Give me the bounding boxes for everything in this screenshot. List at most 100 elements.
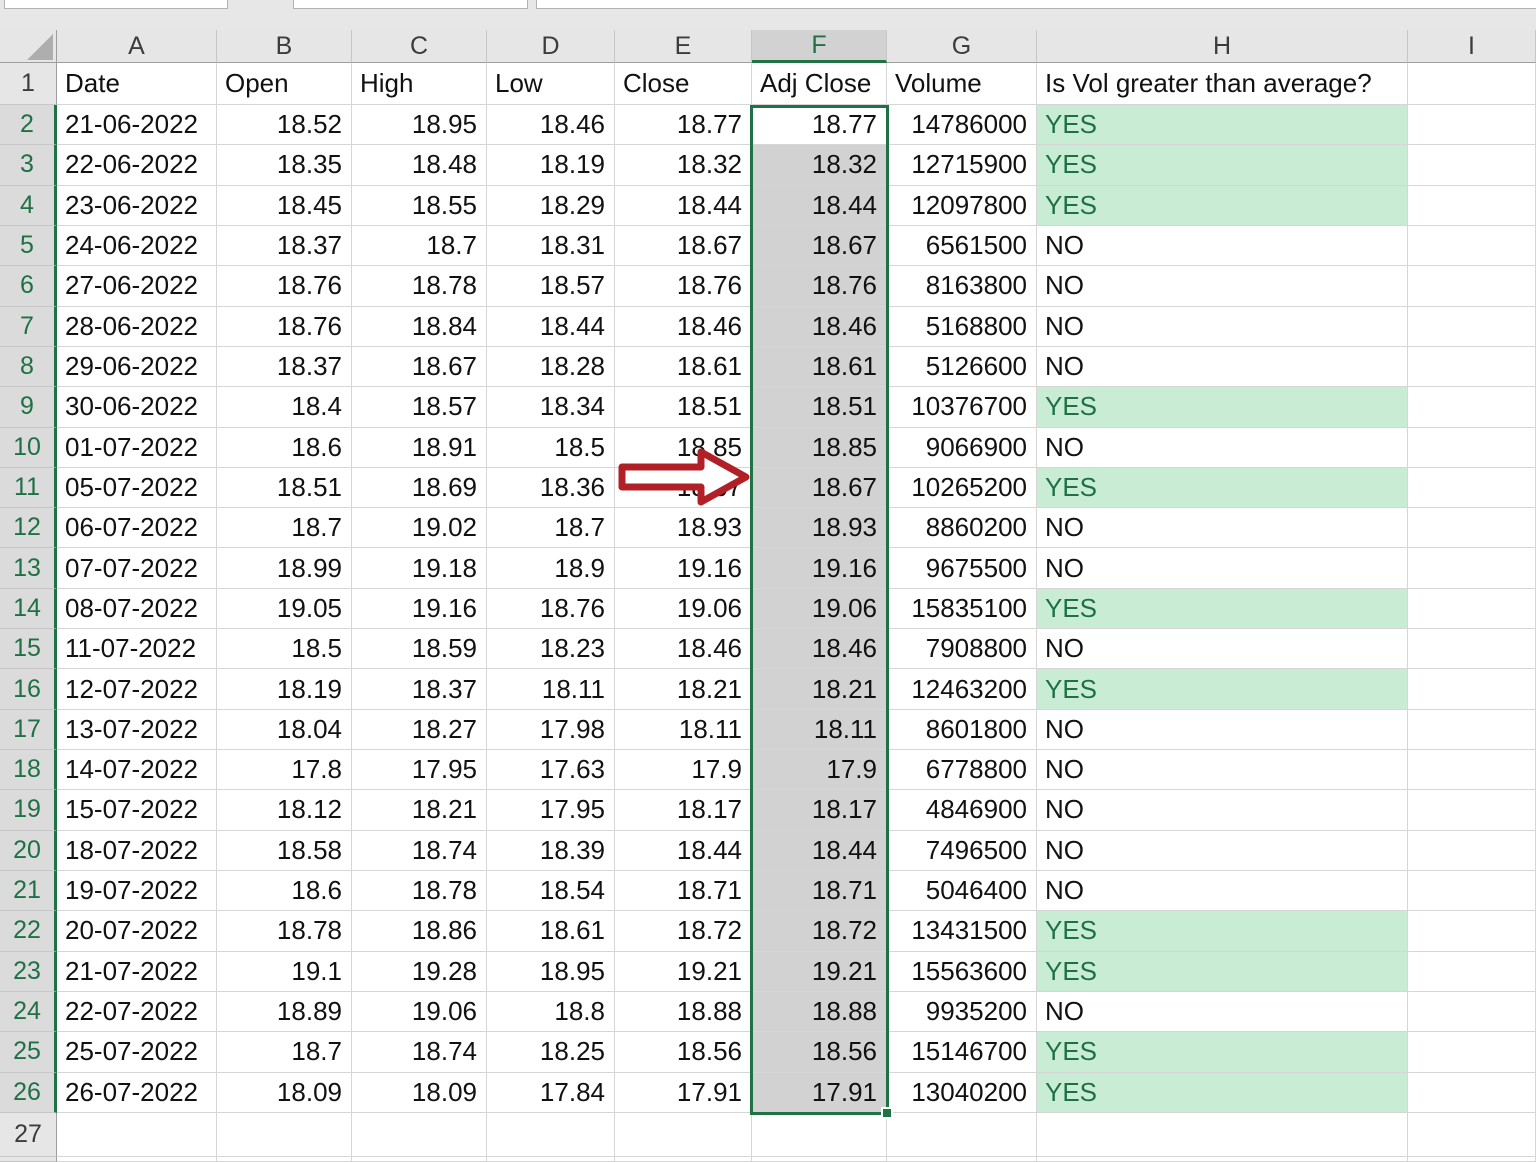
cell-I28[interactable]	[1408, 1157, 1536, 1162]
row-header-11[interactable]: 11	[0, 468, 57, 508]
cell-I19[interactable]	[1408, 790, 1536, 830]
cell-A7[interactable]: 28-06-2022	[57, 307, 217, 347]
cell-E5[interactable]: 18.67	[615, 226, 752, 266]
fx-button-box[interactable]	[293, 0, 528, 9]
row-header-21[interactable]: 21	[0, 871, 57, 911]
cell-F22[interactable]: 18.72	[752, 911, 887, 951]
cell-C6[interactable]: 18.78	[352, 266, 487, 306]
cell-H2[interactable]: YES	[1037, 105, 1408, 145]
cell-F19[interactable]: 18.17	[752, 790, 887, 830]
cell-G10[interactable]: 9066900	[887, 428, 1037, 468]
cell-F12[interactable]: 18.93	[752, 508, 887, 548]
cell-F1[interactable]: Adj Close	[752, 63, 887, 105]
cell-G28[interactable]	[887, 1157, 1037, 1162]
row-header-13[interactable]: 13	[0, 548, 57, 588]
row-header-26[interactable]: 26	[0, 1073, 57, 1113]
cell-D7[interactable]: 18.44	[487, 307, 615, 347]
cell-C28[interactable]	[352, 1157, 487, 1162]
cell-D12[interactable]: 18.7	[487, 508, 615, 548]
cell-B6[interactable]: 18.76	[217, 266, 352, 306]
cell-H13[interactable]: NO	[1037, 548, 1408, 588]
cell-A3[interactable]: 22-06-2022	[57, 145, 217, 185]
cell-E21[interactable]: 18.71	[615, 871, 752, 911]
cell-B3[interactable]: 18.35	[217, 145, 352, 185]
cell-I9[interactable]	[1408, 387, 1536, 427]
cell-C23[interactable]: 19.28	[352, 952, 487, 992]
cell-A12[interactable]: 06-07-2022	[57, 508, 217, 548]
cell-B19[interactable]: 18.12	[217, 790, 352, 830]
cell-I8[interactable]	[1408, 347, 1536, 387]
cell-H6[interactable]: NO	[1037, 266, 1408, 306]
cell-F7[interactable]: 18.46	[752, 307, 887, 347]
cell-B25[interactable]: 18.7	[217, 1032, 352, 1072]
row-header-9[interactable]: 9	[0, 387, 57, 427]
cell-F25[interactable]: 18.56	[752, 1032, 887, 1072]
cell-C2[interactable]: 18.95	[352, 105, 487, 145]
cell-B17[interactable]: 18.04	[217, 710, 352, 750]
cell-G8[interactable]: 5126600	[887, 347, 1037, 387]
cell-E6[interactable]: 18.76	[615, 266, 752, 306]
column-header-I[interactable]: I	[1408, 30, 1536, 63]
cell-A16[interactable]: 12-07-2022	[57, 669, 217, 709]
cell-A9[interactable]: 30-06-2022	[57, 387, 217, 427]
cell-E3[interactable]: 18.32	[615, 145, 752, 185]
cell-F9[interactable]: 18.51	[752, 387, 887, 427]
cell-B23[interactable]: 19.1	[217, 952, 352, 992]
cell-D3[interactable]: 18.19	[487, 145, 615, 185]
cell-A22[interactable]: 20-07-2022	[57, 911, 217, 951]
column-header-C[interactable]: C	[352, 30, 487, 63]
cell-D13[interactable]: 18.9	[487, 548, 615, 588]
cell-I22[interactable]	[1408, 911, 1536, 951]
cell-G6[interactable]: 8163800	[887, 266, 1037, 306]
cell-G22[interactable]: 13431500	[887, 911, 1037, 951]
cell-H26[interactable]: YES	[1037, 1073, 1408, 1113]
row-header-28[interactable]	[0, 1157, 57, 1162]
cell-G3[interactable]: 12715900	[887, 145, 1037, 185]
cell-D26[interactable]: 17.84	[487, 1073, 615, 1113]
cell-D16[interactable]: 18.11	[487, 669, 615, 709]
cell-G7[interactable]: 5168800	[887, 307, 1037, 347]
cell-F26[interactable]: 17.91	[752, 1073, 887, 1113]
cell-B14[interactable]: 19.05	[217, 589, 352, 629]
cell-C21[interactable]: 18.78	[352, 871, 487, 911]
cell-B11[interactable]: 18.51	[217, 468, 352, 508]
cell-H17[interactable]: NO	[1037, 710, 1408, 750]
cell-I1[interactable]	[1408, 63, 1536, 105]
cell-E19[interactable]: 18.17	[615, 790, 752, 830]
cell-B8[interactable]: 18.37	[217, 347, 352, 387]
cell-D20[interactable]: 18.39	[487, 831, 615, 871]
cell-A4[interactable]: 23-06-2022	[57, 186, 217, 226]
cell-B4[interactable]: 18.45	[217, 186, 352, 226]
name-box[interactable]	[4, 0, 228, 9]
cell-A6[interactable]: 27-06-2022	[57, 266, 217, 306]
row-header-2[interactable]: 2	[0, 105, 57, 145]
cell-I25[interactable]	[1408, 1032, 1536, 1072]
cell-C4[interactable]: 18.55	[352, 186, 487, 226]
cell-H1[interactable]: Is Vol greater than average?	[1037, 63, 1408, 105]
row-header-25[interactable]: 25	[0, 1032, 57, 1072]
cell-A26[interactable]: 26-07-2022	[57, 1073, 217, 1113]
cell-I14[interactable]	[1408, 589, 1536, 629]
cell-H14[interactable]: YES	[1037, 589, 1408, 629]
cell-E4[interactable]: 18.44	[615, 186, 752, 226]
cell-A19[interactable]: 15-07-2022	[57, 790, 217, 830]
cell-G13[interactable]: 9675500	[887, 548, 1037, 588]
cell-H11[interactable]: YES	[1037, 468, 1408, 508]
cell-B16[interactable]: 18.19	[217, 669, 352, 709]
cell-D23[interactable]: 18.95	[487, 952, 615, 992]
cell-H19[interactable]: NO	[1037, 790, 1408, 830]
cell-I13[interactable]	[1408, 548, 1536, 588]
cell-B21[interactable]: 18.6	[217, 871, 352, 911]
cell-I5[interactable]	[1408, 226, 1536, 266]
cell-E2[interactable]: 18.77	[615, 105, 752, 145]
cell-B18[interactable]: 17.8	[217, 750, 352, 790]
row-header-15[interactable]: 15	[0, 629, 57, 669]
select-all-corner[interactable]	[0, 30, 57, 63]
cell-G4[interactable]: 12097800	[887, 186, 1037, 226]
cell-D27[interactable]	[487, 1113, 615, 1157]
cell-G23[interactable]: 15563600	[887, 952, 1037, 992]
cell-C17[interactable]: 18.27	[352, 710, 487, 750]
cell-G9[interactable]: 10376700	[887, 387, 1037, 427]
cell-G21[interactable]: 5046400	[887, 871, 1037, 911]
cell-E18[interactable]: 17.9	[615, 750, 752, 790]
